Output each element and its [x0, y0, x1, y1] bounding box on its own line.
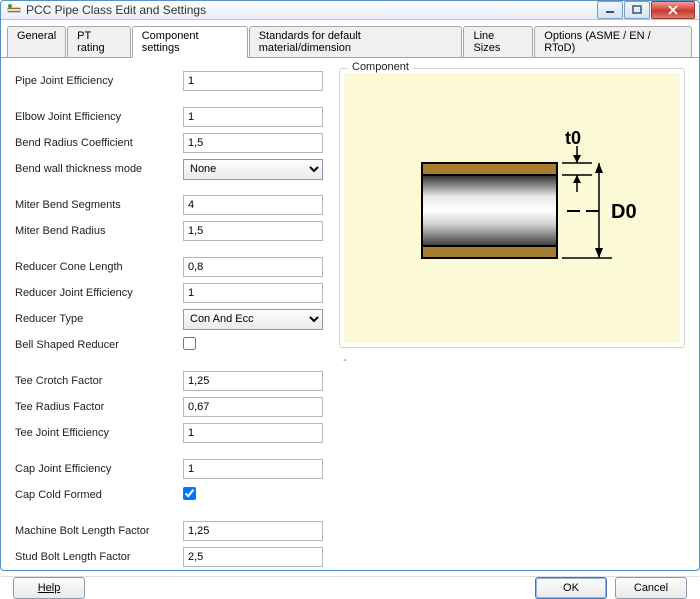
tab-line-sizes[interactable]: Line Sizes	[463, 26, 533, 57]
bend-wall-mode-label: Bend wall thickness mode	[15, 163, 183, 175]
cap-joint-eff-label: Cap Joint Efficiency	[15, 463, 183, 475]
window-controls	[597, 1, 695, 19]
titlebar: PCC Pipe Class Edit and Settings	[1, 1, 699, 20]
bottombar: Help OK Cancel	[1, 576, 699, 599]
elbow-joint-eff-label: Elbow Joint Efficiency	[15, 111, 183, 123]
help-button[interactable]: Help	[13, 577, 85, 599]
reducer-type-select[interactable]: Con And Ecc	[183, 309, 323, 330]
miter-radius-input[interactable]	[183, 221, 323, 241]
elbow-joint-eff-input[interactable]	[183, 107, 323, 127]
tab-standards[interactable]: Standards for default material/dimension	[249, 26, 463, 57]
preview-note: -	[339, 348, 685, 372]
tee-joint-eff-label: Tee Joint Efficiency	[15, 427, 183, 439]
maximize-button[interactable]	[624, 1, 650, 19]
cap-joint-eff-input[interactable]	[183, 459, 323, 479]
cancel-button[interactable]: Cancel	[615, 577, 687, 599]
pipe-joint-eff-input[interactable]	[183, 71, 323, 91]
stud-bolt-len-input[interactable]	[183, 547, 323, 567]
content-area: Pipe Joint Efficiency Elbow Joint Effici…	[1, 58, 699, 576]
reducer-cone-len-input[interactable]	[183, 257, 323, 277]
component-preview: Component	[339, 68, 685, 348]
preview-canvas: t0 D0	[344, 73, 680, 343]
preview-title: Component	[348, 61, 413, 73]
pipe-diagram-icon: t0 D0	[367, 108, 657, 308]
d0-label: D0	[611, 201, 637, 223]
main-window: PCC Pipe Class Edit and Settings General…	[0, 0, 700, 571]
bell-reducer-checkbox[interactable]	[183, 337, 196, 350]
tab-pt-rating[interactable]: PT rating	[67, 26, 131, 57]
mach-bolt-len-label: Machine Bolt Length Factor	[15, 525, 183, 537]
tee-crotch-input[interactable]	[183, 371, 323, 391]
bend-radius-coef-input[interactable]	[183, 133, 323, 153]
tee-crotch-label: Tee Crotch Factor	[15, 375, 183, 387]
stud-bolt-len-label: Stud Bolt Length Factor	[15, 551, 183, 563]
bell-reducer-label: Bell Shaped Reducer	[15, 339, 183, 351]
tab-options[interactable]: Options (ASME / EN / RToD)	[534, 26, 692, 57]
reducer-joint-eff-input[interactable]	[183, 283, 323, 303]
cap-cold-formed-label: Cap Cold Formed	[15, 489, 183, 501]
tab-component-settings[interactable]: Component settings	[132, 26, 248, 58]
preview-column: Component	[339, 68, 685, 570]
app-icon	[7, 3, 21, 17]
reducer-cone-len-label: Reducer Cone Length	[15, 261, 183, 273]
reducer-type-label: Reducer Type	[15, 313, 183, 325]
mach-bolt-len-input[interactable]	[183, 521, 323, 541]
bend-wall-mode-select[interactable]: None	[183, 159, 323, 180]
pipe-joint-eff-label: Pipe Joint Efficiency	[15, 75, 183, 87]
close-button[interactable]	[651, 1, 695, 19]
tee-joint-eff-input[interactable]	[183, 423, 323, 443]
form-column: Pipe Joint Efficiency Elbow Joint Effici…	[15, 68, 327, 570]
minimize-button[interactable]	[597, 1, 623, 19]
tee-radius-input[interactable]	[183, 397, 323, 417]
cap-cold-formed-checkbox[interactable]	[183, 487, 196, 500]
tee-radius-label: Tee Radius Factor	[15, 401, 183, 413]
reducer-joint-eff-label: Reducer Joint Efficiency	[15, 287, 183, 299]
bend-radius-coef-label: Bend Radius Coefficient	[15, 137, 183, 149]
miter-radius-label: Miter Bend Radius	[15, 225, 183, 237]
ok-button[interactable]: OK	[535, 577, 607, 599]
t0-label: t0	[565, 128, 581, 148]
tab-general[interactable]: General	[7, 26, 66, 57]
miter-segments-input[interactable]	[183, 195, 323, 215]
window-title: PCC Pipe Class Edit and Settings	[26, 3, 597, 17]
miter-segments-label: Miter Bend Segments	[15, 199, 183, 211]
tabstrip: General PT rating Component settings Sta…	[1, 20, 699, 58]
